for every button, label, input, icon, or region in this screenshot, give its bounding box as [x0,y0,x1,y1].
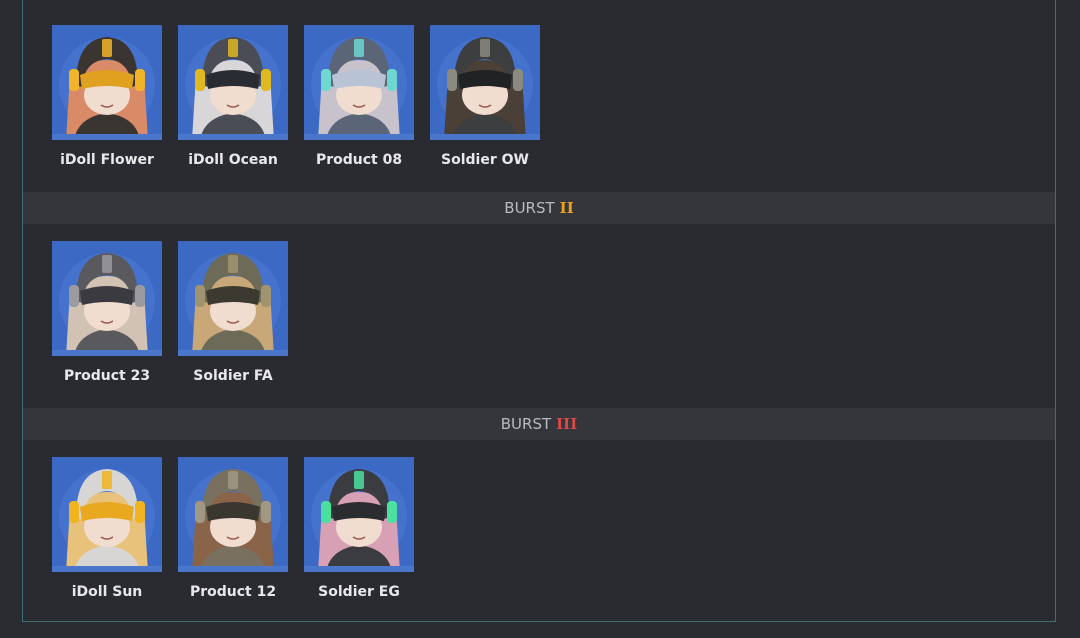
character-portrait [430,25,540,140]
earpiece-left [447,69,457,91]
rarity-bar [304,566,414,572]
character-portrait [178,25,288,140]
helmet-stripe [228,255,238,273]
character-name: iDoll Ocean [188,152,278,168]
portrait-art [178,457,288,572]
character-portrait [52,241,162,356]
helmet-stripe [354,39,364,57]
rarity-bar [52,350,162,356]
portrait-art [304,25,414,140]
character-name: iDoll Sun [71,584,143,600]
rarity-bar [178,350,288,356]
earpiece-left [195,285,205,307]
earpiece-right [135,69,145,91]
character-name: Soldier EG [318,584,400,600]
earpiece-right [513,69,523,91]
character-grid-burst-3: iDoll Sun Product 12 Soldier EG [44,457,422,600]
helmet-stripe [102,39,112,57]
character-portrait [304,457,414,572]
portrait-art [178,25,288,140]
rarity-bar [178,134,288,140]
character-card[interactable]: iDoll Sun [44,457,170,600]
earpiece-left [195,69,205,91]
helmet-stripe [480,39,490,57]
helmet-stripe [102,471,112,489]
character-portrait [52,457,162,572]
character-card[interactable]: iDoll Flower [44,25,170,168]
character-card[interactable]: Product 23 [44,241,170,384]
earpiece-left [69,285,79,307]
character-card[interactable]: iDoll Ocean [170,25,296,168]
earpiece-left [69,69,79,91]
portrait-art [178,241,288,356]
character-card[interactable]: Soldier EG [296,457,422,600]
earpiece-right [387,501,397,523]
portrait-art [52,241,162,356]
earpiece-left [321,501,331,523]
portrait-art [52,25,162,140]
earpiece-right [261,501,271,523]
portrait-art [52,457,162,572]
earpiece-right [261,285,271,307]
portrait-art [430,25,540,140]
character-grid-burst-2: Product 23 Soldier FA [44,241,296,384]
nikke-roster-panel: iDoll Flower iDoll Ocean Product 08 Sold… [22,0,1056,622]
rarity-bar [430,134,540,140]
burst-label: BURST [504,199,555,217]
helmet-stripe [228,39,238,57]
character-grid-burst-1: iDoll Flower iDoll Ocean Product 08 Sold… [44,25,548,168]
earpiece-left [195,501,205,523]
earpiece-left [321,69,331,91]
character-portrait [52,25,162,140]
earpiece-left [69,501,79,523]
portrait-art [304,457,414,572]
burst-numeral: III [556,415,578,433]
character-card[interactable]: Product 12 [170,457,296,600]
character-name: Product 08 [315,152,403,168]
character-card[interactable]: Soldier FA [170,241,296,384]
burst-iii-header: BURST III [23,408,1055,440]
helmet-stripe [228,471,238,489]
earpiece-right [135,501,145,523]
character-portrait [178,457,288,572]
character-name: Product 12 [189,584,277,600]
character-name: iDoll Flower [60,152,154,168]
helmet-stripe [102,255,112,273]
helmet-stripe [354,471,364,489]
rarity-bar [52,134,162,140]
character-portrait [178,241,288,356]
character-card[interactable]: Soldier OW [422,25,548,168]
earpiece-right [135,285,145,307]
rarity-bar [52,566,162,572]
earpiece-right [387,69,397,91]
character-card[interactable]: Product 08 [296,25,422,168]
character-name: Soldier OW [441,152,529,168]
burst-ii-header: BURST II [23,192,1055,224]
rarity-bar [304,134,414,140]
character-name: Soldier FA [193,368,273,384]
character-portrait [304,25,414,140]
character-name: Product 23 [63,368,151,384]
burst-label: BURST [500,415,552,433]
earpiece-right [261,69,271,91]
rarity-bar [178,566,288,572]
burst-numeral: II [559,199,574,217]
